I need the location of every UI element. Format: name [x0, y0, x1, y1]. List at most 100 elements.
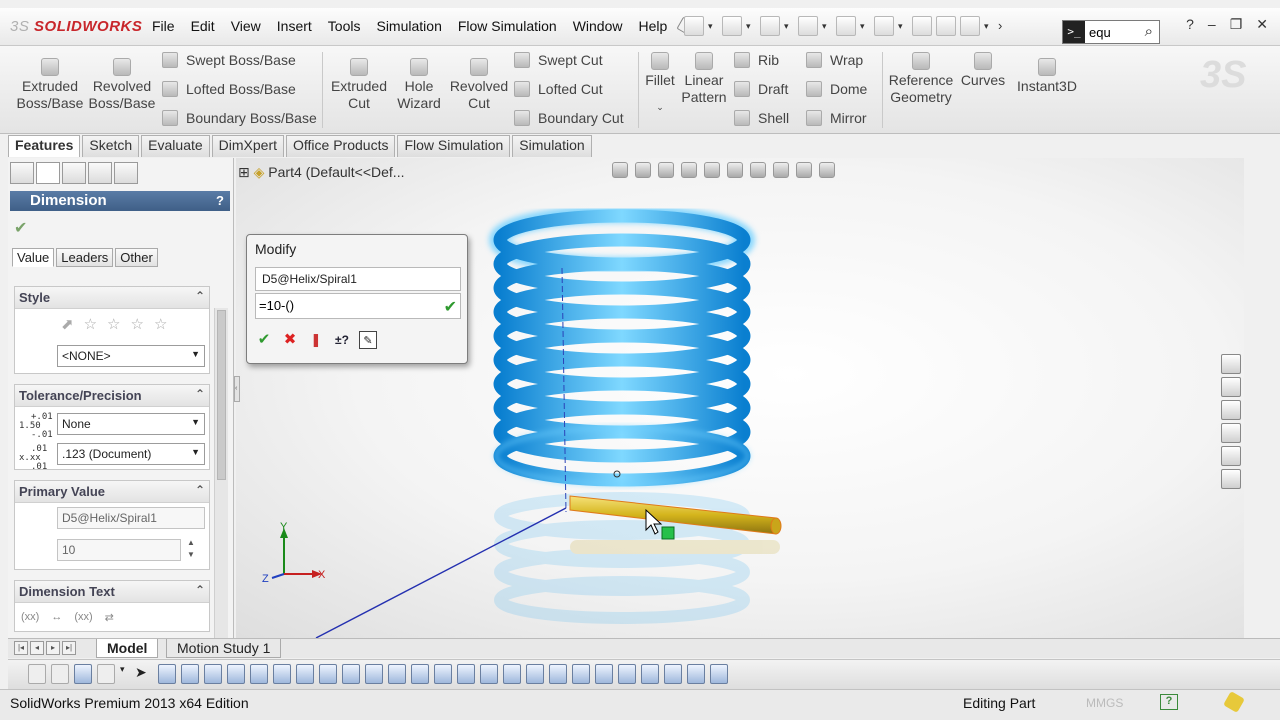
- filter-connection-points-icon[interactable]: [641, 664, 659, 684]
- dimension-text-header[interactable]: Dimension Text ⌃: [15, 581, 209, 603]
- toggle-filter-icon[interactable]: [28, 664, 46, 684]
- design-library-icon[interactable]: [1221, 377, 1241, 397]
- helix-coil[interactable]: [489, 205, 755, 487]
- style-select[interactable]: <NONE> ▼: [57, 345, 205, 367]
- filter-faces-icon[interactable]: [204, 664, 222, 684]
- filter-balloons-icon[interactable]: [549, 664, 567, 684]
- open-document-icon[interactable]: [722, 16, 742, 36]
- tab-dimxpert[interactable]: DimXpert: [211, 135, 285, 157]
- fillet-button[interactable]: Fillet ⌄: [640, 52, 680, 116]
- help-icon[interactable]: ?: [1186, 16, 1194, 33]
- collapse-icon[interactable]: ⌃: [195, 289, 205, 303]
- curves-button[interactable]: Curves: [958, 52, 1008, 89]
- configuration-manager-icon[interactable]: [62, 162, 86, 184]
- tab-simulation[interactable]: Simulation: [512, 135, 592, 157]
- swept-cut-button[interactable]: Swept Cut: [514, 52, 603, 68]
- filter-surface-finish-icon[interactable]: [457, 664, 475, 684]
- select-arrow-icon[interactable]: ➤: [135, 664, 153, 684]
- menu-help[interactable]: Help: [630, 18, 675, 34]
- ok-check-icon[interactable]: ✔: [14, 218, 27, 238]
- scrollbar-thumb[interactable]: [217, 310, 226, 480]
- filter-hole-callouts-icon[interactable]: [687, 664, 705, 684]
- cancel-x-icon[interactable]: ✖: [281, 331, 299, 349]
- lofted-cut-button[interactable]: Lofted Cut: [514, 81, 603, 97]
- boundary-cut-button[interactable]: Boundary Cut: [514, 110, 624, 126]
- dome-button[interactable]: Dome: [806, 81, 867, 97]
- ok-check-icon[interactable]: ✔: [255, 331, 273, 349]
- filter-sketch-points-icon[interactable]: [319, 664, 337, 684]
- collapse-icon[interactable]: ⌃: [195, 483, 205, 497]
- modify-value-input[interactable]: =10-(): [255, 293, 461, 319]
- filter-weld-symbols-icon[interactable]: [572, 664, 590, 684]
- minimize-icon[interactable]: –: [1208, 16, 1216, 33]
- tab-motion-study-1[interactable]: Motion Study 1: [166, 639, 282, 658]
- filter-dimensions-icon[interactable]: [434, 664, 452, 684]
- fillet-dropdown-icon[interactable]: ⌄: [640, 99, 680, 116]
- tags-icon[interactable]: [1223, 691, 1245, 713]
- view-palette-icon[interactable]: [1221, 423, 1241, 443]
- filter-bodies-icon[interactable]: [227, 664, 245, 684]
- subtab-value[interactable]: Value: [12, 248, 55, 267]
- menu-window[interactable]: Window: [565, 18, 631, 34]
- filter-gtol-icon[interactable]: [710, 664, 728, 684]
- appearances-icon[interactable]: [1221, 446, 1241, 466]
- menu-flow-simulation[interactable]: Flow Simulation: [450, 18, 565, 34]
- prev-tab-icon[interactable]: ◂: [30, 641, 44, 655]
- swept-boss-button[interactable]: Swept Boss/Base: [162, 52, 296, 68]
- apply-style-icon[interactable]: ⬈: [61, 315, 74, 333]
- save-dropdown-icon[interactable]: ▾: [784, 16, 794, 36]
- filter-notes-icon[interactable]: [526, 664, 544, 684]
- revolved-cut-button[interactable]: Revolved Cut: [448, 58, 510, 112]
- tab-sketch[interactable]: Sketch: [82, 135, 140, 157]
- reset-spin-increment-icon[interactable]: ±?: [333, 331, 351, 349]
- load-style-icon[interactable]: ☆: [154, 315, 167, 333]
- filter-vertices-icon[interactable]: [158, 664, 176, 684]
- inspection-dimension-icon[interactable]: (xx): [74, 611, 92, 624]
- filter-sketch-segments-icon[interactable]: [342, 664, 360, 684]
- new-document-icon[interactable]: [684, 16, 704, 36]
- panel-collapse-handle[interactable]: ‹: [234, 376, 240, 402]
- menu-file[interactable]: File: [144, 18, 183, 34]
- file-properties-icon[interactable]: [936, 16, 956, 36]
- unit-system[interactable]: MMGS: [1086, 696, 1123, 710]
- filter-axes-icon[interactable]: [273, 664, 291, 684]
- save-style-icon[interactable]: ☆: [130, 315, 143, 333]
- tab-office-products[interactable]: Office Products: [286, 135, 396, 157]
- filter-dowel-pins-icon[interactable]: [618, 664, 636, 684]
- menu-insert[interactable]: Insert: [269, 18, 320, 34]
- filter-surface-bodies-icon[interactable]: [250, 664, 268, 684]
- graphics-area[interactable]: ⊞ ◈ Part4 (Default<<Def... Y X Z Modify …: [236, 158, 1244, 638]
- undo-dropdown-icon[interactable]: ▾: [860, 16, 870, 36]
- last-tab-icon[interactable]: ▸|: [62, 641, 76, 655]
- filter-midpoints-icon[interactable]: [365, 664, 383, 684]
- primary-value-header[interactable]: Primary Value ⌃: [15, 481, 209, 503]
- center-dimension-icon[interactable]: ↔: [51, 611, 62, 624]
- value-spinner-icon[interactable]: ▲ ▼: [187, 537, 195, 561]
- restore-icon[interactable]: ❐: [1230, 16, 1243, 33]
- first-tab-icon[interactable]: |◂: [14, 641, 28, 655]
- lofted-boss-button[interactable]: Lofted Boss/Base: [162, 81, 296, 97]
- custom-properties-icon[interactable]: [1221, 469, 1241, 489]
- feature-manager-icon[interactable]: [10, 162, 34, 184]
- toggle-filter-toolbar-icon[interactable]: [51, 664, 69, 684]
- undo-icon[interactable]: [836, 16, 856, 36]
- tab-model[interactable]: Model: [96, 639, 159, 658]
- filter-centerlines-icon[interactable]: [411, 664, 429, 684]
- print-dropdown-icon[interactable]: ▾: [822, 16, 832, 36]
- filter-blocks-icon[interactable]: [595, 664, 613, 684]
- solidworks-resources-icon[interactable]: [1221, 354, 1241, 374]
- file-explorer-icon[interactable]: [1221, 400, 1241, 420]
- add-style-icon[interactable]: ☆: [84, 315, 97, 333]
- collapse-icon[interactable]: ⌃: [195, 583, 205, 597]
- open-dropdown-icon[interactable]: ▾: [746, 16, 756, 36]
- precision-select[interactable]: .123 (Document) ▼: [57, 443, 205, 465]
- save-icon[interactable]: [760, 16, 780, 36]
- tolerance-type-select[interactable]: None ▼: [57, 413, 205, 435]
- clear-filters-icon[interactable]: [74, 664, 92, 684]
- rebuild-traffic-light-icon[interactable]: ❚: [307, 331, 325, 349]
- primary-value-input[interactable]: 10: [57, 539, 181, 561]
- pm-help-icon[interactable]: ?: [216, 191, 224, 211]
- mirror-button[interactable]: Mirror: [806, 110, 867, 126]
- print-icon[interactable]: [798, 16, 818, 36]
- tolerance-header[interactable]: Tolerance/Precision ⌃: [15, 385, 209, 407]
